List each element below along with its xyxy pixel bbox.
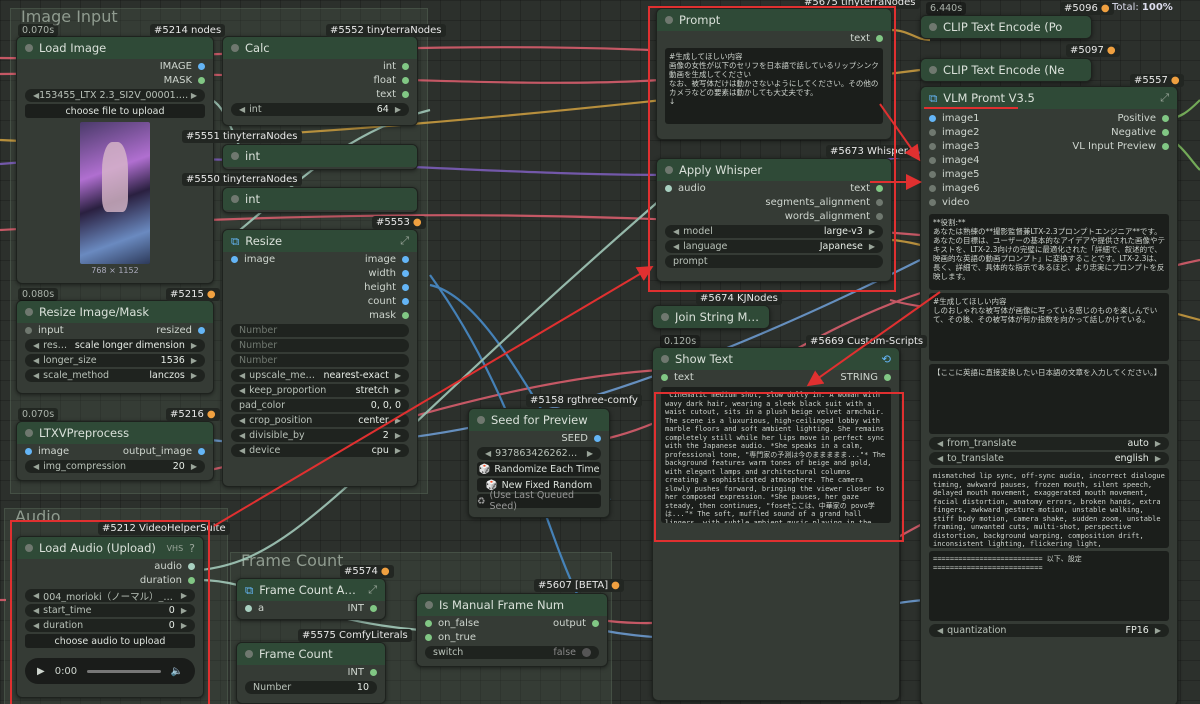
node-graph-canvas[interactable]: Image Input Audio Frame Count 0.070s #52… [0, 0, 1200, 704]
annotation-arrows [213, 103, 1018, 527]
